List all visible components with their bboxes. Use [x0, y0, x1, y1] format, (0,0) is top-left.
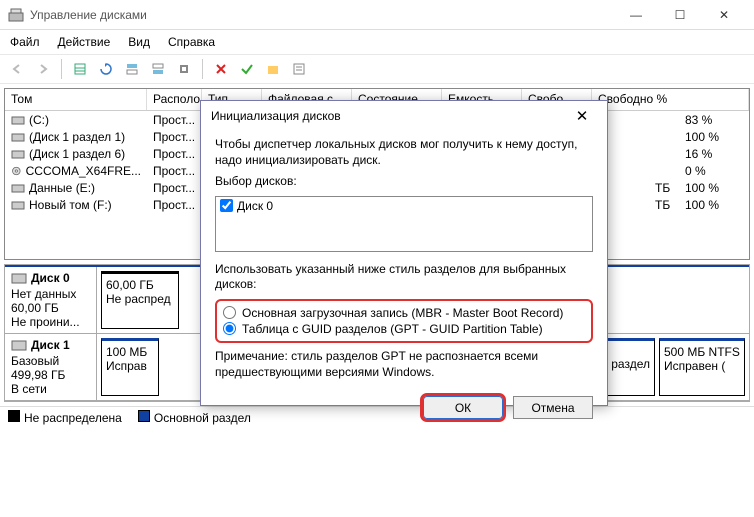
disk0-checkbox[interactable]	[220, 199, 233, 212]
volume-layout: Прост...	[147, 197, 202, 213]
app-icon	[8, 7, 24, 23]
disk1-p3-label: Исправен (	[664, 359, 740, 373]
disk0-unalloc[interactable]: 60,00 ГБ Не распред	[101, 271, 179, 329]
check-icon[interactable]	[236, 58, 258, 80]
volume-layout: Прост...	[147, 180, 202, 196]
volume-name: CCCOMA_X64FRE...	[5, 163, 147, 179]
gpt-row[interactable]: Таблица с GUID разделов (GPT - GUID Part…	[223, 321, 585, 337]
forward-icon	[32, 58, 54, 80]
back-icon	[6, 58, 28, 80]
dialog-close-icon[interactable]: ✕	[567, 107, 597, 125]
gpt-radio[interactable]	[223, 322, 236, 335]
disk1-p3-size: 500 МБ NTFS	[664, 345, 740, 359]
view-list-icon[interactable]	[69, 58, 91, 80]
style-label: Использовать указанный ниже стиль раздел…	[215, 262, 593, 293]
partition-style-group: Основная загрузочная запись (MBR - Maste…	[215, 299, 593, 343]
volume-layout: Прост...	[147, 163, 202, 179]
view-bottom-icon[interactable]	[147, 58, 169, 80]
volume-layout: Прост...	[147, 129, 202, 145]
volume-free-pct: 100 %	[679, 129, 749, 145]
disk1-p1-size: 100 МБ	[106, 345, 154, 359]
col-raspo[interactable]: Располо...	[147, 89, 202, 110]
mbr-radio[interactable]	[223, 306, 236, 319]
col-svobpct[interactable]: Свободно %	[592, 89, 749, 110]
delete-icon[interactable]	[210, 58, 232, 80]
disk1-part1[interactable]: 100 МБ Исправ	[101, 338, 159, 396]
disk0-state: Не проини...	[11, 315, 90, 329]
disk1-p1-label: Исправ	[106, 359, 154, 373]
volume-name: (C:)	[5, 112, 147, 128]
properties-icon[interactable]	[288, 58, 310, 80]
dialog-intro: Чтобы диспетчер локальных дисков мог пол…	[215, 137, 593, 168]
close-button[interactable]: ✕	[702, 1, 746, 29]
disk1-info: Диск 1 Базовый 499,98 ГБ В сети	[5, 334, 97, 400]
cancel-button[interactable]: Отмена	[513, 396, 593, 419]
volume-tail: ТБ	[649, 180, 679, 196]
select-disks-label: Выбор дисков:	[215, 174, 593, 190]
volume-layout: Прост...	[147, 112, 202, 128]
menu-help[interactable]: Справка	[168, 35, 215, 49]
volume-layout: Прост...	[147, 146, 202, 162]
view-top-icon[interactable]	[121, 58, 143, 80]
disk0-checkbox-row[interactable]: Диск 0	[220, 199, 588, 213]
volume-tail: ТБ	[649, 197, 679, 213]
disk-select-list[interactable]: Диск 0	[215, 196, 593, 252]
init-disks-dialog: Инициализация дисков ✕ Чтобы диспетчер л…	[200, 100, 608, 406]
disk1-size: 499,98 ГБ	[11, 368, 90, 382]
disk1-title: Диск 1	[31, 338, 70, 352]
menu-file[interactable]: Файл	[10, 35, 40, 49]
disk0-item-label: Диск 0	[237, 199, 273, 213]
volume-free-pct: 100 %	[679, 180, 749, 196]
disk0-size: 60,00 ГБ	[11, 301, 90, 315]
disk-icon	[11, 338, 27, 352]
toolbar	[0, 54, 754, 84]
minimize-button[interactable]: —	[614, 1, 658, 29]
disk0-status: Нет данных	[11, 287, 90, 301]
mbr-label: Основная загрузочная запись (MBR - Maste…	[242, 306, 563, 320]
window-titlebar: Управление дисками — ☐ ✕	[0, 0, 754, 30]
disk-icon	[11, 271, 27, 285]
legend-unalloc: Не распределена	[8, 410, 122, 425]
menu-action[interactable]: Действие	[58, 35, 111, 49]
window-title: Управление дисками	[30, 8, 614, 22]
col-tom[interactable]: Том	[5, 89, 147, 110]
folder-icon[interactable]	[262, 58, 284, 80]
disk1-state: В сети	[11, 382, 90, 396]
ok-button[interactable]: ОК	[423, 396, 503, 419]
gpt-label: Таблица с GUID разделов (GPT - GUID Part…	[242, 322, 543, 336]
settings-icon[interactable]	[173, 58, 195, 80]
dialog-note: Примечание: стиль разделов GPT не распоз…	[215, 349, 593, 380]
disk0-info: Диск 0 Нет данных 60,00 ГБ Не проини...	[5, 267, 97, 333]
volume-name: Данные (E:)	[5, 180, 147, 196]
refresh-icon[interactable]	[95, 58, 117, 80]
menu-view[interactable]: Вид	[128, 35, 150, 49]
volume-free-pct: 83 %	[679, 112, 749, 128]
disk0-b1-label: Не распред	[106, 292, 174, 306]
disk0-title: Диск 0	[31, 271, 70, 285]
volume-free-pct: 0 %	[679, 163, 749, 179]
disk0-b1-size: 60,00 ГБ	[106, 278, 174, 292]
dialog-titlebar: Инициализация дисков ✕	[201, 101, 607, 131]
volume-name: (Диск 1 раздел 6)	[5, 146, 147, 162]
volume-free-pct: 16 %	[679, 146, 749, 162]
menu-bar: Файл Действие Вид Справка	[0, 30, 754, 54]
dialog-title: Инициализация дисков	[211, 109, 567, 123]
volume-free-pct: 100 %	[679, 197, 749, 213]
volume-name: Новый том (F:)	[5, 197, 147, 213]
mbr-row[interactable]: Основная загрузочная запись (MBR - Maste…	[223, 305, 585, 321]
maximize-button[interactable]: ☐	[658, 1, 702, 29]
disk1-part-last[interactable]: 500 МБ NTFS Исправен (	[659, 338, 745, 396]
volume-name: (Диск 1 раздел 1)	[5, 129, 147, 145]
disk1-status: Базовый	[11, 354, 90, 368]
